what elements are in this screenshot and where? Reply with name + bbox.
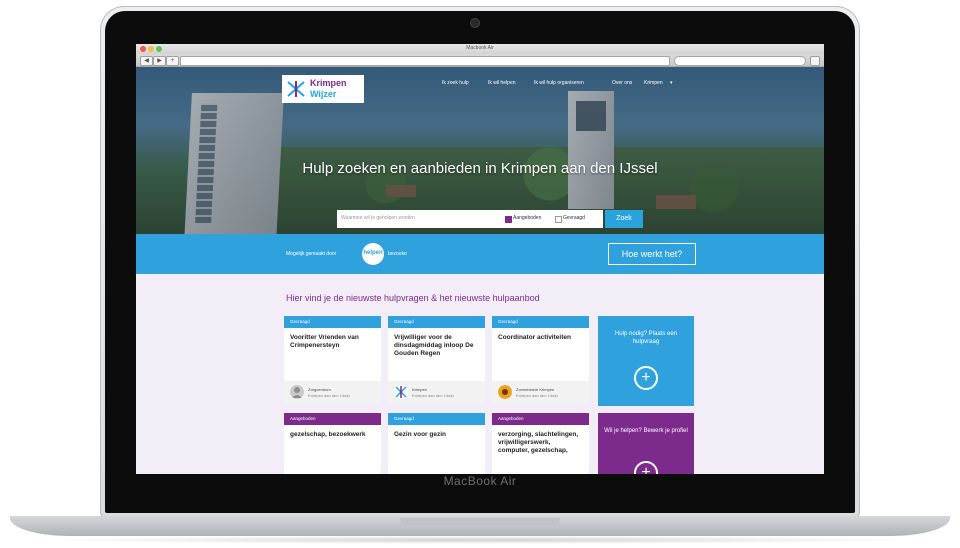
hero-banner: Krimpen Wijzer Ik zoek hulp Ik wil helpe…: [136, 67, 824, 234]
card-author: Zonnebloem Krimpen: [516, 387, 555, 392]
card-title[interactable]: Gezin voor gezin: [388, 425, 485, 439]
request-card[interactable]: Gevraagd Vooritter Vrienden van Crimpene…: [284, 316, 381, 403]
address-bar[interactable]: [180, 56, 670, 66]
card-tag: Gevraagd: [388, 316, 485, 328]
logo-text-line2: Wijzer: [310, 89, 337, 99]
krimpenwijzer-avatar-icon: [394, 385, 408, 399]
back-arrow-icon: ◀: [144, 58, 149, 64]
sponsor-text-after: bezoeke: [388, 251, 407, 257]
post-request-text: Hulp nodig? Plaats een hulpvraag: [614, 331, 678, 345]
plus-circle-icon[interactable]: +: [634, 461, 658, 474]
card-tag: Gevraagd: [388, 413, 485, 425]
browser-title-bar: Macbook Air: [136, 44, 824, 54]
edit-profile-text: Wil je helpen? Bewerk je profiel: [604, 428, 688, 434]
card-place: Krimpen aan den IJssel: [308, 393, 350, 398]
sponsor-logo-text: helpen: [363, 250, 383, 256]
section-title: Hier vind je de nieuwste hulpvragen & he…: [286, 293, 540, 303]
nav-link-zoek-hulp[interactable]: Ik zoek hulp: [442, 80, 469, 86]
card-tag: Aangeboden: [492, 413, 589, 425]
request-card[interactable]: Gevraagd Coordinator activiteiten Zonneb…: [492, 316, 589, 403]
person-avatar-icon: [290, 385, 304, 399]
card-title[interactable]: gezelschap, bezoekwerk: [284, 425, 381, 439]
card-tag: Gevraagd: [284, 316, 381, 328]
laptop-brand-label: MacBook Air: [443, 474, 517, 488]
plus-icon: +: [170, 58, 175, 64]
card-title[interactable]: Vrijwilliger voor de dinsdagmiddag inloo…: [388, 328, 485, 358]
card-footer: Zorgcentrum Krimpen aan den IJssel: [284, 381, 381, 403]
how-it-works-button[interactable]: Hoe werkt het?: [608, 243, 696, 265]
card-title[interactable]: verzorging, slachtelingen, vrijwilligers…: [492, 425, 589, 455]
gevraagd-label: Gevraagd: [563, 215, 585, 221]
chevron-down-icon[interactable]: ▾: [670, 80, 673, 86]
back-button[interactable]: ◀: [140, 56, 153, 66]
card-place: Krimpen aan den IJssel: [516, 393, 558, 398]
offer-card[interactable]: Aangeboden verzorging, slachtelingen, vr…: [492, 413, 589, 474]
plus-circle-icon[interactable]: +: [634, 366, 658, 390]
browser-toolbar: ◀ ▶ +: [136, 54, 824, 67]
request-card[interactable]: Gevraagd Vrijwilliger voor de dinsdagmid…: [388, 316, 485, 403]
edit-profile-card[interactable]: Wil je helpen? Bewerk je profiel +: [598, 413, 694, 474]
hero-overlay: [136, 67, 824, 234]
camera-icon: [471, 19, 479, 27]
post-request-card[interactable]: Hulp nodig? Plaats een hulpvraag +: [598, 316, 694, 406]
info-band: Mogelijk gemaakt door helpen bezoeke Hoe…: [136, 234, 824, 274]
hero-search-bar: Waarmee wil je geholpen worden Aangebode…: [337, 210, 603, 228]
site-logo[interactable]: Krimpen Wijzer: [282, 75, 364, 103]
nav-link-wil-helpen[interactable]: Ik wil helpen: [488, 80, 516, 86]
card-author: Krimpen: [412, 387, 427, 392]
browser-settings-button[interactable]: [810, 56, 820, 66]
browser-search-field[interactable]: [674, 56, 806, 66]
card-tag: Gevraagd: [492, 316, 589, 328]
card-title[interactable]: Coordinator activiteiten: [492, 328, 589, 342]
aangeboden-checkbox[interactable]: [505, 216, 512, 223]
browser-window-title: Macbook Air: [466, 45, 494, 51]
hero-search-button[interactable]: Zoek: [605, 210, 643, 228]
logo-star-icon: [287, 81, 305, 97]
hero-title: Hulp zoeken en aanbieden in Krimpen aan …: [302, 160, 658, 177]
sponsor-text: Mogelijk gemaakt door: [286, 251, 337, 257]
nav-link-over-ons[interactable]: Over ons: [612, 80, 632, 86]
logo-text-line1: Krimpen: [310, 78, 347, 88]
offer-card[interactable]: Aangeboden gezelschap, bezoekwerk: [284, 413, 381, 474]
sponsor-logo[interactable]: helpen: [362, 243, 384, 265]
card-place: Krimpen aan den IJssel: [412, 393, 454, 398]
forward-arrow-icon: ▶: [157, 58, 162, 64]
forward-button[interactable]: ▶: [153, 56, 166, 66]
card-tag: Aangeboden: [284, 413, 381, 425]
laptop-hinge-notch: [400, 518, 560, 525]
nav-link-krimpen[interactable]: Krimpen: [644, 80, 663, 86]
laptop-screen: Macbook Air ◀ ▶ + Krimpen Wijzer Ik zoek…: [136, 44, 824, 474]
card-author: Zorgcentrum: [308, 387, 331, 392]
card-footer: Zonnebloem Krimpen Krimpen aan den IJsse…: [492, 381, 589, 403]
new-tab-button[interactable]: +: [166, 56, 179, 66]
nav-link-hulp-organiseren[interactable]: Ik wil hulp organiseren: [534, 80, 584, 86]
card-footer: Krimpen Krimpen aan den IJssel: [388, 381, 485, 403]
hero-search-input[interactable]: Waarmee wil je geholpen worden: [341, 215, 415, 221]
aangeboden-label: Aangeboden: [513, 215, 542, 221]
gevraagd-checkbox[interactable]: [555, 216, 562, 223]
card-title[interactable]: Vooritter Vrienden van Crimpenersteyn: [284, 328, 381, 350]
laptop-shadow: [40, 536, 920, 544]
sunflower-avatar-icon: [498, 385, 512, 399]
request-card[interactable]: Gevraagd Gezin voor gezin: [388, 413, 485, 474]
